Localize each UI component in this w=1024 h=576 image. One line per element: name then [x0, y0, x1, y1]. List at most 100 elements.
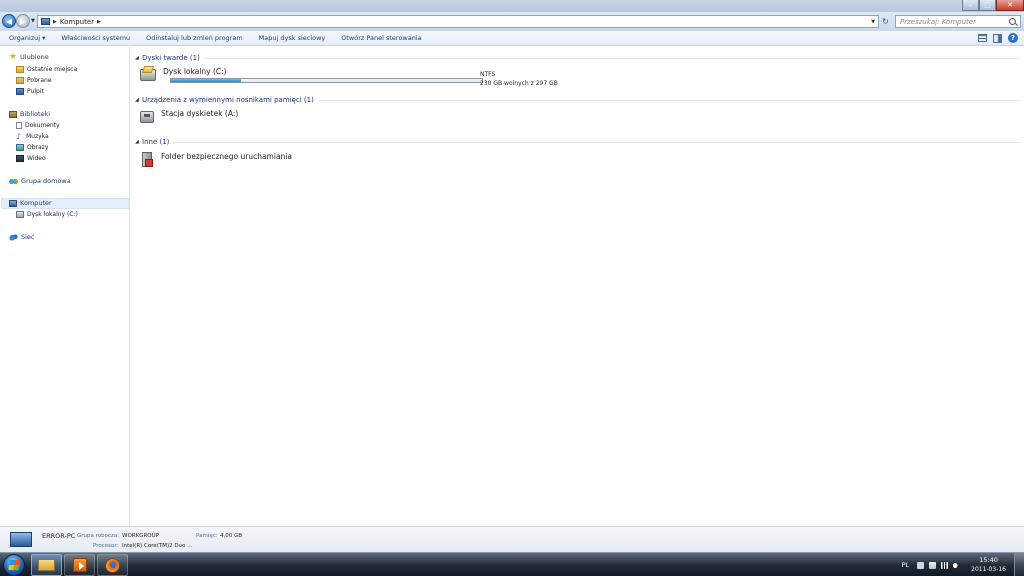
- drive-usage-bar: [170, 78, 483, 83]
- search-input[interactable]: Przeszukaj: Komputer: [895, 15, 1021, 28]
- back-button[interactable]: ◀: [2, 14, 16, 28]
- taskbar: PL 15:40 2011-03-16: [0, 552, 1024, 576]
- recent-places-icon: [16, 65, 24, 73]
- change-view-icon[interactable]: [978, 34, 987, 42]
- video-icon: [16, 154, 24, 162]
- sidebar-item-favorites[interactable]: ★ Ulubione: [9, 52, 49, 62]
- taskbar-firefox[interactable]: [97, 554, 128, 576]
- pictures-icon: [16, 143, 24, 151]
- star-icon: ★: [9, 51, 18, 62]
- start-button[interactable]: [3, 554, 25, 576]
- sidebar-item-computer[interactable]: Komputer: [9, 198, 52, 208]
- command-bar: Organizuj ▾ Właściwości systemu Odinstal…: [0, 31, 1024, 46]
- details-pane: ERROR-PC Grupa robocza: WORKGROUP Pamięć…: [0, 526, 1024, 552]
- group-divider: [203, 57, 1020, 59]
- processor-value: Intel(R) Core(TM)2 Duo ...: [122, 543, 193, 549]
- homegroup-icon: [9, 177, 18, 185]
- navigation-pane: ★ Ulubione Ostatnie miejsca Pobrane Pulp…: [0, 47, 130, 526]
- drive-item-floppy-a[interactable]: Stacja dyskietek (A:): [140, 109, 238, 123]
- clock[interactable]: 15:40 2011-03-16: [971, 556, 1006, 574]
- search-icon[interactable]: [1009, 18, 1016, 25]
- group-header-other[interactable]: ◢ Inne (1): [135, 137, 1020, 147]
- drive-usage-fill: [171, 79, 242, 82]
- computer-icon: [10, 532, 32, 547]
- clock-date: 2011-03-16: [971, 566, 1006, 573]
- chevron-right-icon[interactable]: ▶: [53, 19, 57, 25]
- sidebar-item-libraries[interactable]: Biblioteki: [9, 109, 50, 119]
- hard-drive-icon: [140, 69, 156, 81]
- language-indicator[interactable]: PL: [902, 561, 910, 569]
- sidebar-item-recent-places[interactable]: Ostatnie miejsca: [16, 64, 77, 74]
- windows-logo-icon: [8, 560, 20, 570]
- sidebar-item-downloads[interactable]: Pobrane: [16, 75, 52, 85]
- window-title-bar: – □ ✕: [0, 0, 1024, 12]
- collapse-arrow-icon[interactable]: ◢: [135, 139, 142, 145]
- recent-pages-dropdown-icon[interactable]: ▼: [31, 18, 35, 24]
- address-bar-row: ◀ ▶ ▼ ▶ Komputer ▶ ▼ ↻ Przeszukaj: Kompu…: [0, 12, 1024, 31]
- firefox-icon: [105, 557, 120, 573]
- sidebar-item-music[interactable]: ♪ Muzyka: [16, 131, 49, 141]
- view-controls: ?: [978, 33, 1018, 43]
- sidebar-item-network[interactable]: Sieć: [9, 232, 35, 242]
- preview-pane-icon[interactable]: [993, 33, 1002, 43]
- music-note-icon: ♪: [16, 131, 22, 141]
- uninstall-program-button[interactable]: Odinstaluj lub zmień program: [138, 34, 250, 42]
- chevron-right-icon[interactable]: ▶: [97, 19, 101, 25]
- taskbar-media-player[interactable]: [64, 554, 95, 576]
- sidebar-item-desktop[interactable]: Pulpit: [16, 86, 44, 96]
- collapse-arrow-icon[interactable]: ◢: [135, 55, 142, 61]
- media-player-icon: [72, 558, 87, 572]
- show-hidden-icons-icon[interactable]: [917, 561, 925, 569]
- folder-icon: [38, 559, 55, 571]
- collapse-arrow-icon[interactable]: ◢: [135, 97, 142, 103]
- minimize-button[interactable]: –: [962, 0, 979, 11]
- map-network-drive-button[interactable]: Mapuj dysk sieciowy: [251, 34, 334, 42]
- library-icon: [9, 110, 17, 118]
- group-header-hard-drives[interactable]: ◢ Dyski twarde (1): [135, 53, 1020, 63]
- network-signal-icon[interactable]: [941, 561, 949, 569]
- forward-button[interactable]: ▶: [16, 14, 30, 28]
- breadcrumb-computer[interactable]: Komputer: [60, 18, 94, 26]
- document-icon: [16, 121, 22, 129]
- drive-free-space: 230 GB wolnych z 297 GB: [480, 80, 558, 87]
- computer-name: ERROR-PC: [42, 532, 76, 540]
- computer-icon: [9, 199, 17, 207]
- workgroup-value: WORKGROUP: [122, 533, 159, 539]
- system-properties-button[interactable]: Właściwości systemu: [53, 34, 138, 42]
- network-icon: [9, 233, 18, 241]
- group-header-removable[interactable]: ◢ Urządzenia z wymiennymi nośnikami pami…: [135, 95, 1020, 105]
- content-pane: ◢ Dyski twarde (1) Dysk lokalny (C:) NTF…: [131, 47, 1024, 526]
- taskbar-explorer[interactable]: [31, 554, 62, 576]
- sidebar-item-videos[interactable]: Wideo: [16, 153, 46, 163]
- maximize-button[interactable]: □: [979, 0, 996, 11]
- group-divider: [173, 141, 1020, 143]
- volume-icon[interactable]: [953, 561, 961, 569]
- drive-usage: [170, 78, 483, 83]
- sidebar-item-documents[interactable]: Dokumenty: [16, 120, 60, 130]
- sidebar-item-local-disk-c[interactable]: Dysk lokalny (C:): [16, 209, 78, 219]
- hard-drive-icon: [16, 210, 24, 218]
- sidebar-item-pictures[interactable]: Obrazy: [16, 142, 48, 152]
- address-dropdown-icon[interactable]: ▼: [871, 19, 875, 25]
- help-icon[interactable]: ?: [1008, 33, 1018, 43]
- open-control-panel-button[interactable]: Otwórz Panel sterowania: [333, 34, 429, 42]
- refresh-icon[interactable]: ↻: [880, 16, 891, 27]
- sidebar-item-homegroup[interactable]: Grupa domowa: [9, 176, 71, 186]
- window-controls: – □ ✕: [962, 0, 1024, 12]
- organize-button[interactable]: Organizuj ▾: [0, 34, 53, 42]
- floppy-drive-icon: [140, 111, 154, 123]
- processor-label: Procesor:: [93, 543, 119, 549]
- computer-icon: [41, 18, 50, 25]
- memory-value: 4,00 GB: [220, 533, 243, 539]
- address-bar[interactable]: ▶ Komputer ▶ ▼: [37, 15, 879, 28]
- close-button[interactable]: ✕: [996, 0, 1024, 11]
- memory-label: Pamięć:: [196, 533, 218, 539]
- action-center-flag-icon[interactable]: [929, 561, 937, 569]
- show-desktop-button[interactable]: [1014, 553, 1024, 576]
- workgroup-label: Grupa robocza:: [77, 533, 120, 539]
- item-safe-startup-folder[interactable]: Folder bezpiecznego uruchamiania: [142, 152, 292, 167]
- downloads-folder-icon: [16, 76, 24, 84]
- startup-folder-icon: [142, 152, 153, 167]
- group-divider: [317, 99, 1020, 101]
- search-placeholder: Przeszukaj: Komputer: [900, 17, 976, 26]
